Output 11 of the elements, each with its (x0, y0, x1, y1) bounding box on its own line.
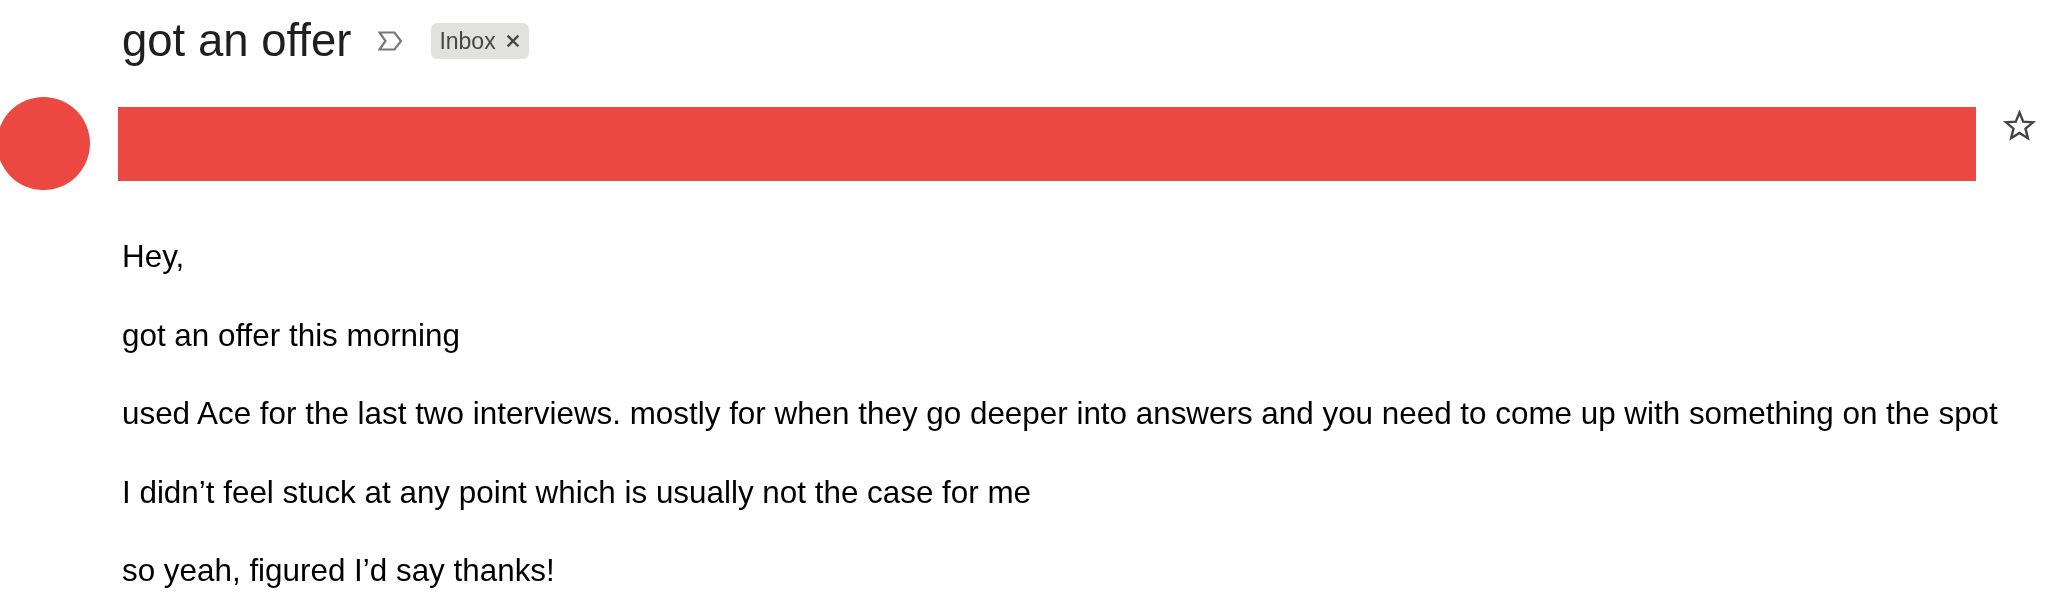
body-paragraph: so yeah, figured I’d say thanks! (122, 552, 555, 589)
body-paragraph: I didn’t feel stuck at any point which is usually not the case for me (122, 473, 1032, 511)
star-icon[interactable] (2003, 110, 2036, 142)
email-subject: got an offer (122, 14, 352, 67)
label-text: Inbox (439, 26, 496, 55)
body-paragraph: Hey, (122, 238, 185, 275)
label-chip[interactable]: Inbox (431, 22, 529, 59)
body-paragraph: got an offer this morning (122, 316, 460, 354)
body-paragraph: used Ace for the last two interviews. mostly for when they go deeper into answers and you need to come up with something on the spot (122, 395, 1998, 432)
close-icon[interactable] (506, 34, 519, 47)
chevron-tag-icon[interactable] (378, 30, 404, 51)
